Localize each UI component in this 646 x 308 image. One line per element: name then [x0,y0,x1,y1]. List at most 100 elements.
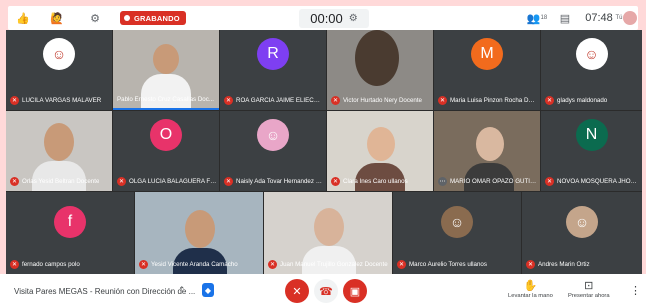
mic-off-icon: ✕ [10,260,19,269]
people-icon: 👥 [526,12,541,25]
mic-off-icon: ✕ [10,96,19,105]
self-avatar[interactable] [622,9,638,27]
recording-label: GRABANDO [134,13,180,23]
video-face [355,30,399,86]
letter-avatar: N [575,119,608,151]
video-face [185,210,215,248]
more-options-icon[interactable]: ⋮ [630,284,641,297]
participant-tile[interactable]: M ✕ Maria Luisa Pinzon Rocha Doc... [434,30,540,110]
video-person [32,161,86,191]
mic-off-icon: ✕ [526,260,535,269]
mic-off-icon: ✕ [224,96,233,105]
hand-icon: ✋ [523,280,538,292]
participant-name: LUCILA VARGAS MALAVER [22,97,102,104]
mic-toggle-button[interactable]: ✕ [285,279,309,303]
shield-icon[interactable]: ◆ [202,283,214,297]
participant-name: Andres Marin Ortiz [538,261,590,268]
profile-photo-icon: ☺ [575,38,608,70]
participant-tile[interactable]: N ✕NOVOA MOSQUERA JHOAN AL... [541,111,642,191]
mic-off-icon: ✕ [438,96,447,105]
participant-name: NOVOA MOSQUERA JHOAN AL... [557,178,640,185]
participant-grid: ☺ ✕ LUCILA VARGAS MALAVER Pablo Ernesto C… [6,30,642,274]
present-label: Presentar ahora [568,293,610,299]
participant-tile[interactable]: ⋯MARIO OMAR OPAZO GUTIERR... [434,111,540,191]
clock-text: 07:48 [585,12,613,24]
timer-text: 00:00 [310,11,343,26]
participant-tile[interactable]: ☺ ✕ LUCILA VARGAS MALAVER [6,30,112,110]
record-dot-icon [124,15,130,21]
participant-tile[interactable]: ✕ Yesid Vicente Aranda Camacho [135,192,263,274]
video-face [314,208,344,246]
participant-name: ROA GARCIA JAIME ELIECER ST [236,97,324,104]
leave-call-button[interactable]: ☎ [314,279,338,303]
bottom-bar: Visita Pares MEGAS - Reunión con Direcci… [0,274,646,308]
raise-hand-label: Levantar la mano [508,293,553,299]
participant-name: Clara Ines Caro ullanos [343,178,408,185]
participant-tile[interactable]: f ✕ fernado campos polo [6,192,134,274]
mic-off-icon: ✕ [139,260,148,269]
participant-tile[interactable]: ✕ Juan Manuel Trujillo Gonzalez Docente [264,192,392,274]
top-bar: 👍 🙋 ⚙ GRABANDO 00:00 ⚙ 👥 18 ▤ 07:48 Tú [8,6,638,30]
letter-avatar: f [54,206,86,238]
letter-avatar: M [471,38,503,70]
participant-tile[interactable]: Pablo Ernesto Cruz Casallas Doc... [113,30,219,110]
mic-off-icon: ✕ [10,177,19,186]
profile-photo-icon: ☺ [566,206,598,238]
participant-tile[interactable]: ☺ ✕ Marco Aurelio Torres ullanos [393,192,521,274]
participant-tile[interactable]: ✕ Victor Hurtado Nery Docente [327,30,433,110]
present-now-button[interactable]: ⊡ Presentar ahora [568,279,610,299]
participant-name: MARIO OMAR OPAZO GUTIERR... [450,178,538,185]
participant-name: fernado campos polo [22,261,80,268]
mic-off-icon: ✕ [224,177,233,186]
raise-hand-button[interactable]: ✋ Levantar la mano [508,279,553,299]
participant-name: Yesid Vicente Aranda Camacho [151,261,238,268]
participants-button[interactable]: 👥 18 [526,9,548,27]
profile-photo-icon: ☺ [257,119,289,151]
participant-tile[interactable]: ☺ ✕ Andres Marin Ortiz [522,192,642,274]
profile-photo-icon: ☺ [43,38,75,70]
mic-off-icon: ✕ [331,177,340,186]
participant-tile[interactable]: ☺ ✕ gladys maldonado [541,30,642,110]
mic-off-icon: ✕ [331,96,340,105]
mic-off-icon: ✕ [117,177,126,186]
participant-tile[interactable]: O ✕ OLGA LUCIA BALAGUERA Func... [113,111,219,191]
hand-emoji-icon[interactable]: 🙋 [48,9,66,27]
mic-off-icon: ✕ [545,96,554,105]
participant-name: OLGA LUCIA BALAGUERA Func... [129,178,217,185]
settings-icon[interactable]: ⚙ [86,9,104,27]
video-face [44,123,74,161]
video-person [141,74,191,108]
participant-name: Juan Manuel Trujillo Gonzalez Docente [280,261,388,268]
participant-name: Naisly Ada Tovar Hernandez Fu... [236,178,324,185]
mic-off-icon: ✕ [292,285,302,298]
participant-name: Pablo Ernesto Cruz Casallas Doc... [117,96,214,103]
participant-tile[interactable]: ✕ Orlas Yesid Beltran Docente [6,111,112,191]
call-timer: 00:00 ⚙ [299,9,369,28]
meeting-title[interactable]: Visita Pares MEGAS - Reunión con Direcci… [14,287,195,296]
participant-name: Maria Luisa Pinzon Rocha Doc... [450,97,538,104]
video-face [367,127,395,161]
participant-tile[interactable]: R ✕ ROA GARCIA JAIME ELIECER ST [220,30,326,110]
letter-avatar: R [257,38,289,70]
participant-tile[interactable]: ☺ ✕ Naisly Ada Tovar Hernandez Fu... [220,111,326,191]
recording-badge: GRABANDO [120,11,186,25]
thumbs-up-icon[interactable]: 👍 [14,9,32,27]
mic-off-icon: ✕ [397,260,406,269]
letter-avatar: O [150,119,182,151]
participant-name: Victor Hurtado Nery Docente [343,97,422,104]
participant-tile[interactable]: ✕ Clara Ines Caro ullanos [327,111,433,191]
chat-icon[interactable]: ▤ [556,9,574,27]
chevron-up-icon[interactable]: ⌃ [178,285,186,296]
mic-off-icon: ✕ [268,260,277,269]
participant-name: Orlas Yesid Beltran Docente [22,178,100,185]
video-face [476,127,504,161]
video-face [153,44,179,74]
present-icon: ⊡ [584,280,594,292]
more-dots-icon: ⋯ [438,177,447,186]
timer-settings-icon[interactable]: ⚙ [349,13,358,24]
participants-count: 18 [540,15,548,21]
self-avatar-icon [623,11,637,25]
camera-toggle-button[interactable]: ▣ [343,279,367,303]
camera-off-icon: ▣ [349,285,361,298]
hang-up-icon: ☎ [319,285,333,298]
